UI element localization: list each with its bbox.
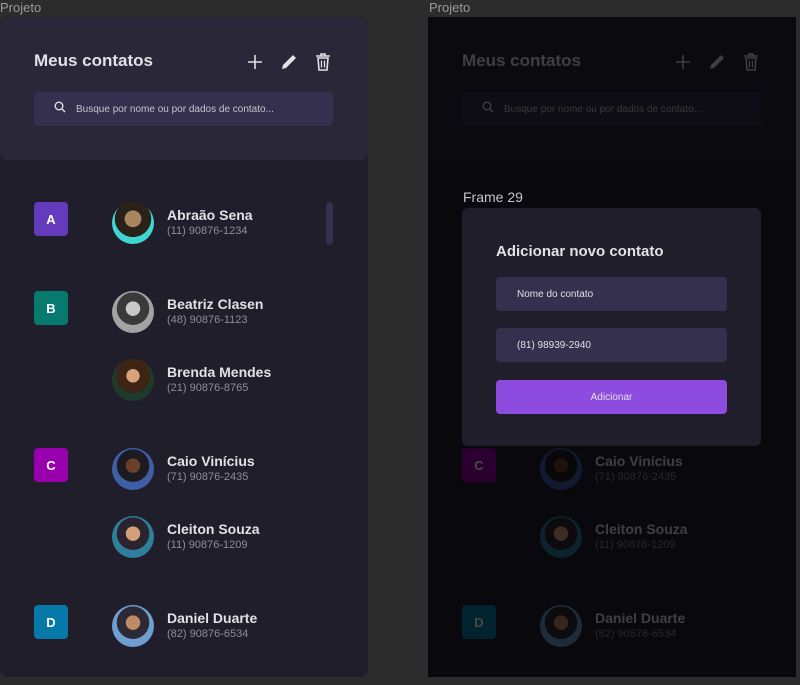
- group-letter-d: D: [34, 605, 68, 639]
- contact-name: Daniel Duarte: [167, 610, 258, 626]
- contact-item[interactable]: Caio Vinícius (71) 90876-2435: [112, 448, 332, 490]
- avatar: [112, 202, 154, 244]
- plus-icon[interactable]: [244, 51, 266, 73]
- contact-item[interactable]: Brenda Mendes (21) 90876-8765: [112, 359, 332, 401]
- avatar: [112, 448, 154, 490]
- avatar: [112, 291, 154, 333]
- contact-phone: (82) 90876-6534: [167, 628, 249, 640]
- contacts-screen: Meus contatos Busque por nome ou por dad…: [0, 17, 368, 677]
- contact-phone: (11) 90876-1234: [167, 225, 248, 237]
- contact-name: Brenda Mendes: [167, 364, 272, 380]
- add-contact-modal: Adicionar novo contato Nome do contato (…: [462, 208, 761, 446]
- pencil-icon[interactable]: [278, 51, 300, 73]
- contact-phone: (71) 90876-2435: [167, 471, 249, 483]
- group-letter-c: C: [34, 448, 68, 482]
- contact-item[interactable]: Cleiton Souza (11) 90876-1209: [112, 516, 332, 558]
- contact-item[interactable]: Beatriz Clasen (48) 90876-1123: [112, 291, 332, 333]
- frame-label-modal: Frame 29: [463, 189, 523, 205]
- contact-name-field[interactable]: Nome do contato: [496, 277, 727, 311]
- header: Meus contatos Busque por nome ou por dad…: [0, 17, 368, 160]
- frame-label-left: Projeto: [0, 0, 42, 15]
- page-title: Meus contatos: [34, 51, 154, 70]
- contact-item[interactable]: Daniel Duarte (82) 90876-6534: [112, 605, 332, 647]
- frame-label-right: Projeto: [429, 0, 471, 15]
- contact-item[interactable]: Abraão Sena (11) 90876-1234: [112, 202, 332, 244]
- contact-phone: (11) 90876-1209: [167, 539, 248, 551]
- add-contact-button[interactable]: Adicionar: [496, 380, 727, 414]
- contact-name: Caio Vinícius: [167, 453, 255, 469]
- group-letter-a: A: [34, 202, 68, 236]
- contact-name: Beatriz Clasen: [167, 296, 264, 312]
- search-input[interactable]: Busque por nome ou por dados de contato.…: [34, 92, 333, 126]
- avatar: [112, 359, 154, 401]
- modal-title: Adicionar novo contato: [496, 243, 664, 260]
- contact-phone: (48) 90876-1123: [167, 314, 248, 326]
- contact-phone: (21) 90876-8765: [167, 382, 249, 394]
- contact-phone-field[interactable]: (81) 98939-2940: [496, 328, 727, 362]
- trash-icon[interactable]: [312, 51, 334, 73]
- search-placeholder: Busque por nome ou por dados de contato.…: [76, 103, 274, 115]
- search-icon: [54, 100, 66, 118]
- scrollbar[interactable]: [326, 202, 333, 245]
- contact-name: Cleiton Souza: [167, 521, 260, 537]
- group-letter-b: B: [34, 291, 68, 325]
- avatar: [112, 516, 154, 558]
- contact-name: Abraão Sena: [167, 207, 253, 223]
- avatar: [112, 605, 154, 647]
